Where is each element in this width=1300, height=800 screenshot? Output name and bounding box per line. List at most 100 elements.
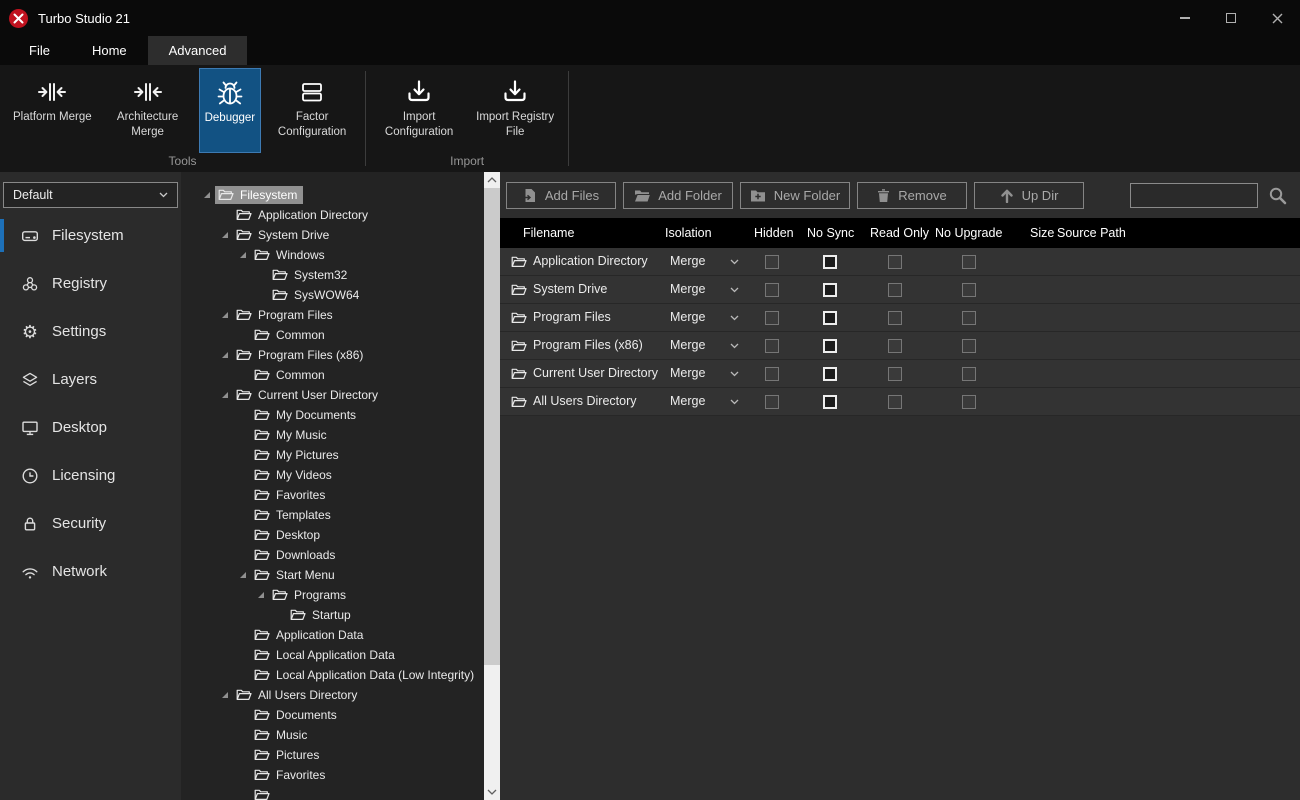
tree-item[interactable]: Downloads (181, 545, 484, 565)
new-folder-button[interactable]: New Folder (740, 181, 850, 209)
expander-icon[interactable] (220, 312, 230, 318)
tree-item[interactable]: Templates (181, 505, 484, 525)
tree-item[interactable]: My Documents (181, 405, 484, 425)
tree-item[interactable]: Common (181, 365, 484, 385)
ribbon-button-debugger[interactable]: Debugger (198, 68, 262, 153)
no-sync-checkbox[interactable] (823, 255, 837, 269)
chevron-down-icon[interactable] (730, 259, 739, 265)
read-only-checkbox[interactable] (888, 395, 902, 409)
up-dir-button[interactable]: Up Dir (974, 181, 1084, 209)
remove-button[interactable]: Remove (857, 181, 967, 209)
tree-item[interactable]: Windows (181, 245, 484, 265)
close-button[interactable] (1254, 0, 1300, 36)
scroll-up-button[interactable] (484, 172, 500, 188)
tree-item[interactable]: Program Files (181, 305, 484, 325)
no-upgrade-checkbox[interactable] (962, 283, 976, 297)
tree-item[interactable]: My Pictures (181, 445, 484, 465)
sidebar-item-security[interactable]: Security (0, 507, 181, 540)
tree-item[interactable]: Filesystem (181, 185, 484, 205)
chevron-down-icon[interactable] (730, 287, 739, 293)
tree-item[interactable]: Favorites (181, 765, 484, 785)
no-upgrade-checkbox[interactable] (962, 255, 976, 269)
tree-item[interactable]: Application Data (181, 625, 484, 645)
menu-tab-home[interactable]: Home (71, 36, 148, 65)
sidebar-item-licensing[interactable]: Licensing (0, 459, 181, 492)
chevron-down-icon[interactable] (730, 315, 739, 321)
ribbon-button-factor-configuration[interactable]: Factor Configuration (267, 68, 357, 153)
tree-item[interactable]: Music (181, 725, 484, 745)
maximize-button[interactable] (1208, 0, 1254, 36)
table-row[interactable]: All Users Directory Merge (500, 388, 1300, 416)
tree-item[interactable]: My Music (181, 425, 484, 445)
tree-item[interactable]: Program Files (x86) (181, 345, 484, 365)
expander-icon[interactable] (220, 352, 230, 358)
expander-icon[interactable] (220, 232, 230, 238)
table-row[interactable]: Current User Directory Merge (500, 360, 1300, 388)
chevron-down-icon[interactable] (730, 343, 739, 349)
chevron-down-icon[interactable] (730, 399, 739, 405)
tree-scrollbar[interactable] (484, 172, 500, 800)
sidebar-item-filesystem[interactable]: Filesystem (0, 219, 181, 252)
tree-item[interactable]: Current User Directory (181, 385, 484, 405)
no-sync-checkbox[interactable] (823, 395, 837, 409)
sidebar-item-desktop[interactable]: Desktop (0, 411, 181, 444)
add-folder-button[interactable]: Add Folder (623, 181, 733, 209)
search-input[interactable] (1131, 183, 1257, 207)
minimize-button[interactable] (1162, 0, 1208, 36)
hidden-checkbox[interactable] (765, 395, 779, 409)
sidebar-item-network[interactable]: Network (0, 555, 181, 588)
expander-icon[interactable] (238, 572, 248, 578)
hidden-checkbox[interactable] (765, 311, 779, 325)
tree-item[interactable]: Start Menu (181, 565, 484, 585)
scroll-down-button[interactable] (484, 784, 500, 800)
expander-icon[interactable] (238, 252, 248, 258)
no-sync-checkbox[interactable] (823, 339, 837, 353)
isolation-dropdown-value[interactable]: Merge (670, 360, 705, 387)
isolation-dropdown-value[interactable]: Merge (670, 332, 705, 359)
tree-item[interactable]: Pictures (181, 745, 484, 765)
read-only-checkbox[interactable] (888, 283, 902, 297)
tree-item[interactable]: Local Application Data (181, 645, 484, 665)
expander-icon[interactable] (256, 592, 266, 598)
sidebar-item-layers[interactable]: Layers (0, 363, 181, 396)
ribbon-button-architecture-merge[interactable]: Architecture Merge (103, 68, 193, 153)
chevron-down-icon[interactable] (730, 371, 739, 377)
expander-icon[interactable] (220, 392, 230, 398)
search-button[interactable] (1268, 186, 1287, 205)
table-row[interactable]: Program Files (x86) Merge (500, 332, 1300, 360)
hidden-checkbox[interactable] (765, 255, 779, 269)
tree-item[interactable]: Desktop (181, 525, 484, 545)
tree-item[interactable]: Common (181, 325, 484, 345)
scrollbar-thumb[interactable] (484, 188, 500, 665)
no-upgrade-checkbox[interactable] (962, 311, 976, 325)
menu-tab-advanced[interactable]: Advanced (147, 36, 248, 65)
hidden-checkbox[interactable] (765, 339, 779, 353)
read-only-checkbox[interactable] (888, 311, 902, 325)
isolation-dropdown-value[interactable]: Merge (670, 248, 705, 275)
no-sync-checkbox[interactable] (823, 367, 837, 381)
read-only-checkbox[interactable] (888, 339, 902, 353)
tree-item[interactable]: Documents (181, 705, 484, 725)
profile-selector[interactable]: Default (3, 182, 178, 208)
sidebar-item-registry[interactable]: Registry (0, 267, 181, 300)
table-row[interactable]: System Drive Merge (500, 276, 1300, 304)
add-files-button[interactable]: Add Files (506, 181, 616, 209)
hidden-checkbox[interactable] (765, 283, 779, 297)
ribbon-button-import-registry-file[interactable]: Import Registry File (470, 68, 560, 153)
tree-item[interactable]: System Drive (181, 225, 484, 245)
ribbon-button-platform-merge[interactable]: Platform Merge (8, 68, 97, 153)
isolation-dropdown-value[interactable]: Merge (670, 276, 705, 303)
sidebar-item-settings[interactable]: ⚙ Settings (0, 315, 181, 348)
tree-item[interactable] (181, 785, 484, 800)
menu-tab-file[interactable]: File (8, 36, 71, 65)
tree-item[interactable]: Application Directory (181, 205, 484, 225)
no-upgrade-checkbox[interactable] (962, 339, 976, 353)
tree-item[interactable]: Favorites (181, 485, 484, 505)
read-only-checkbox[interactable] (888, 367, 902, 381)
table-row[interactable]: Application Directory Merge (500, 248, 1300, 276)
tree-item[interactable]: Programs (181, 585, 484, 605)
hidden-checkbox[interactable] (765, 367, 779, 381)
ribbon-button-import-configuration[interactable]: Import Configuration (374, 68, 464, 153)
tree-item[interactable]: My Videos (181, 465, 484, 485)
expander-icon[interactable] (202, 192, 212, 198)
